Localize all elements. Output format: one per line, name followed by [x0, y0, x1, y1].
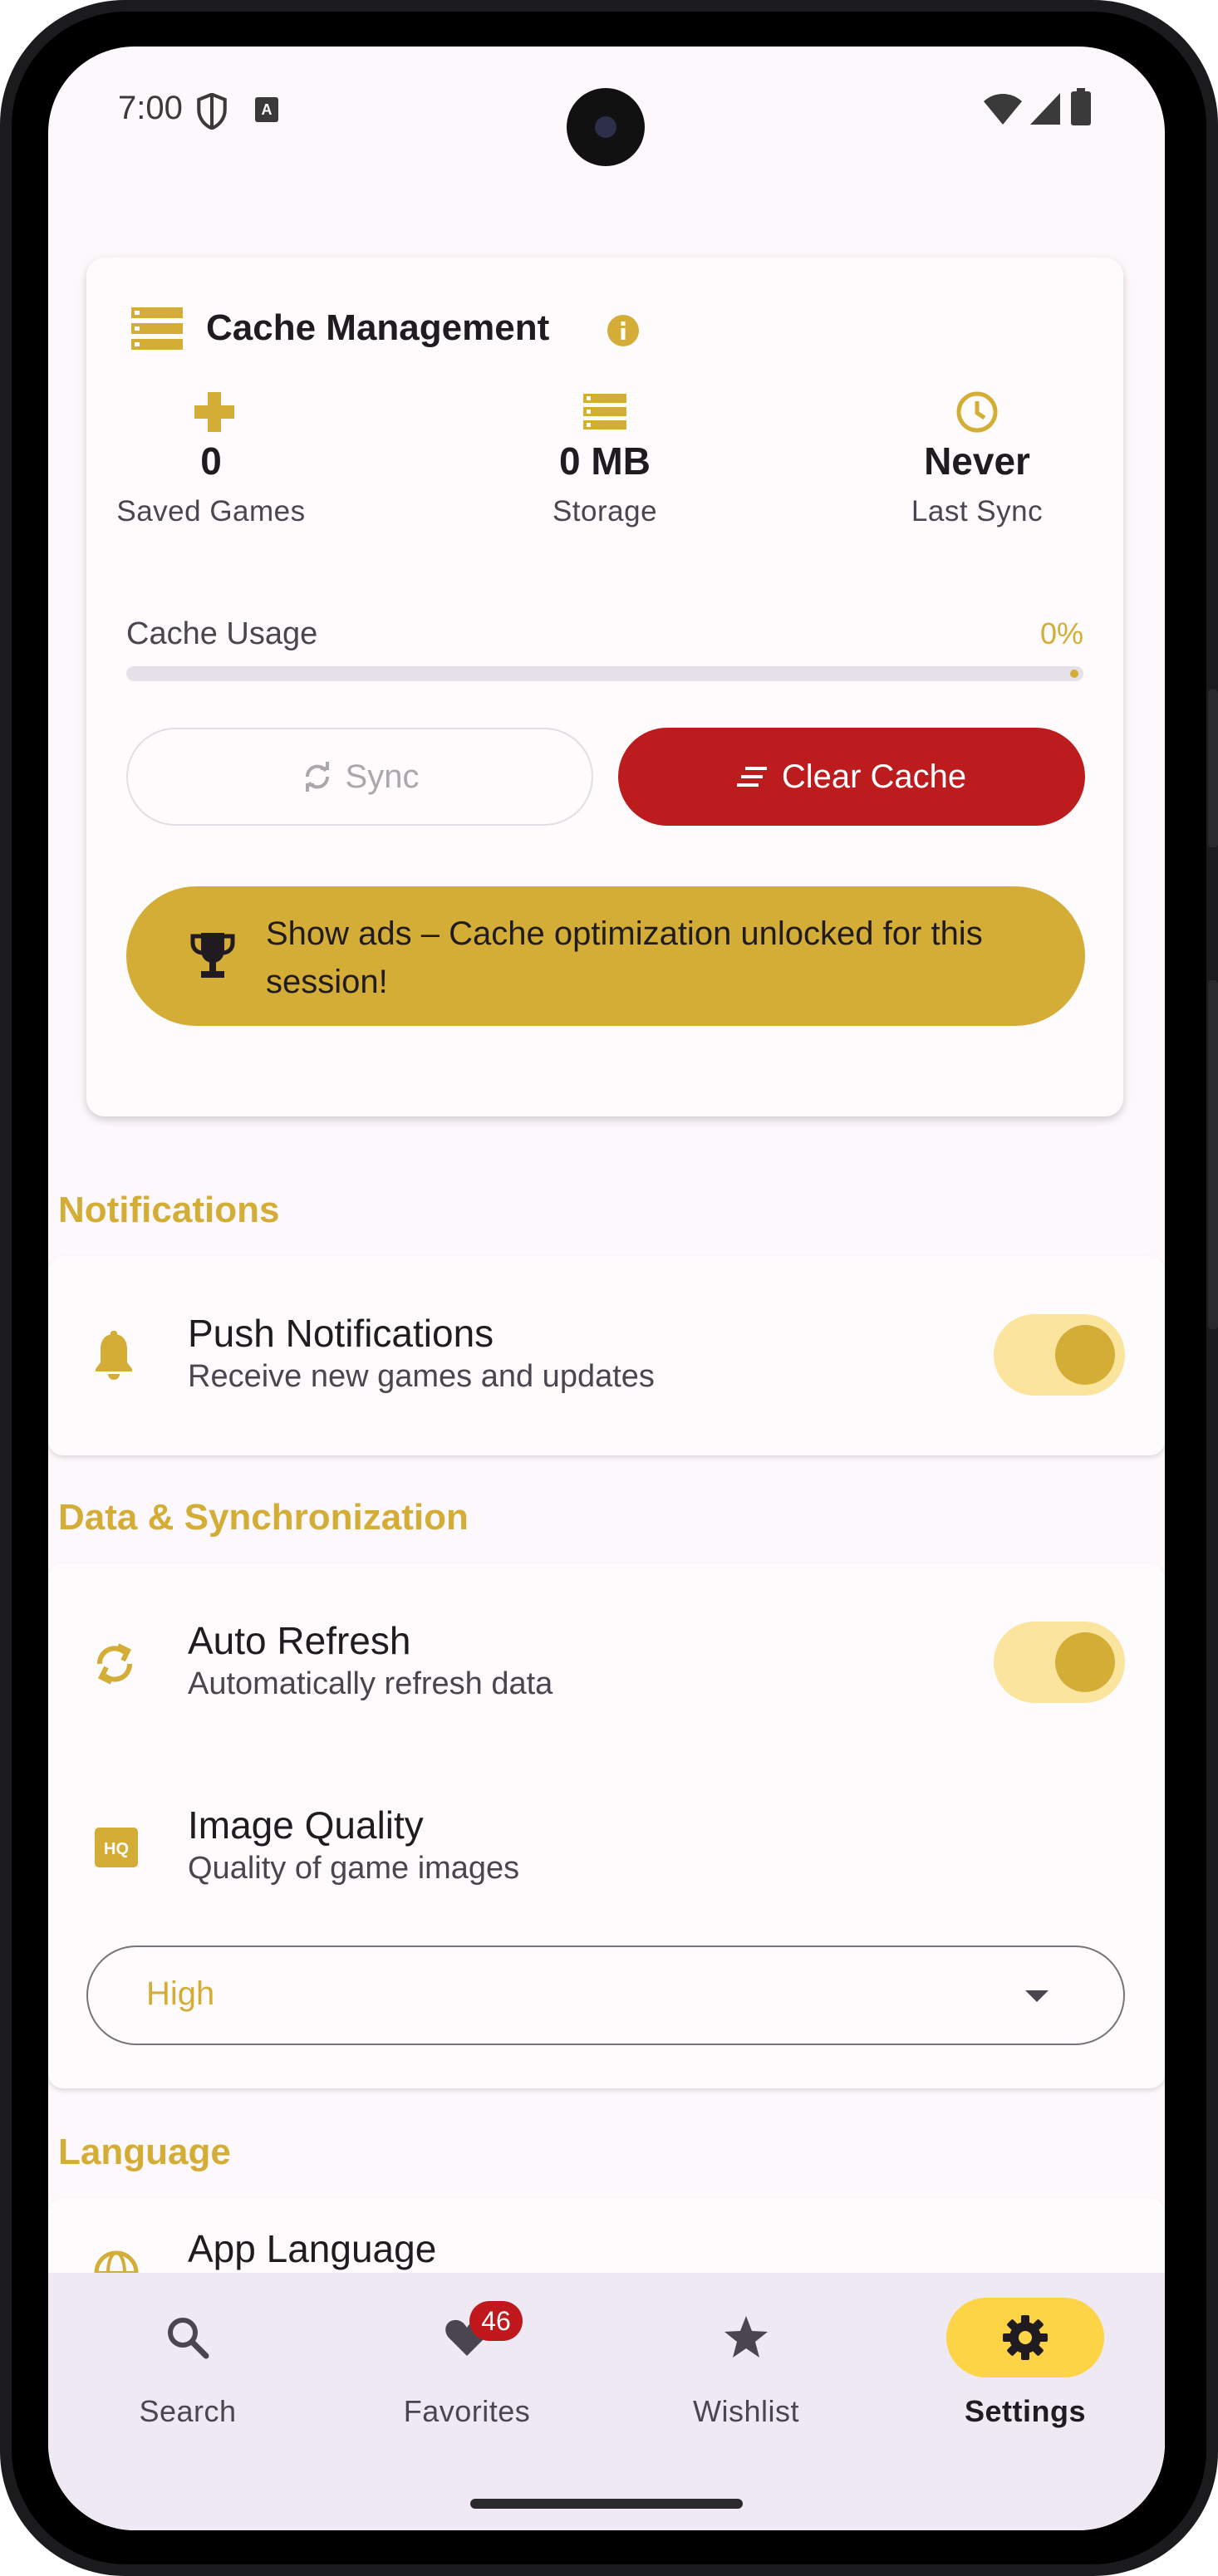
stat-value: Never	[924, 439, 1030, 483]
nav-label: Wishlist	[693, 2394, 799, 2428]
app-language-title[interactable]: App Language	[188, 2226, 436, 2271]
side-button	[1208, 689, 1218, 847]
stat-label: Storage	[552, 495, 658, 527]
bottom-navigation: Search 46 Favorites Wishlist Settings	[48, 2273, 1165, 2530]
favorites-badge: 46	[469, 2301, 523, 2341]
shield-icon	[197, 93, 227, 130]
app-screen: 7:00 A Cache Management 0 Saved Games 0 …	[48, 47, 1165, 2530]
ads-banner-text: Show ads – Cache optimization unlocked f…	[266, 915, 983, 1000]
section-title-notifications: Notifications	[58, 1190, 280, 1230]
hq-icon: HQ	[95, 1828, 138, 1867]
push-notifications-subtitle: Receive new games and updates	[188, 1359, 655, 1394]
refresh-icon	[97, 1643, 132, 1685]
nav-label: Settings	[964, 2394, 1086, 2428]
sync-label: Sync	[345, 758, 420, 795]
clear-cache-button[interactable]: Clear Cache	[618, 728, 1085, 826]
cache-usage-percent: 0%	[1039, 616, 1083, 650]
signal-icon	[1030, 93, 1060, 125]
svg-text:A: A	[262, 101, 273, 118]
nav-icon-container	[946, 2298, 1104, 2377]
section-title-language: Language	[58, 2132, 231, 2172]
svg-text:HQ: HQ	[104, 1840, 129, 1858]
nav-item-wishlist[interactable]: Wishlist	[607, 2298, 886, 2429]
keyboard-a-icon: A	[255, 97, 278, 122]
star-icon	[724, 2316, 768, 2358]
nav-icon-container	[109, 2298, 267, 2377]
info-icon[interactable]	[607, 314, 640, 347]
nav-item-settings[interactable]: Settings	[886, 2298, 1165, 2429]
storage-icon	[583, 394, 626, 429]
clock-icon	[956, 391, 998, 433]
clear-all-icon	[736, 767, 767, 787]
nav-label: Search	[139, 2394, 237, 2428]
cache-usage-label: Cache Usage	[126, 616, 318, 651]
gear-icon	[1003, 2315, 1048, 2360]
status-time: 7:00	[118, 90, 183, 126]
clear-cache-label: Clear Cache	[781, 758, 967, 795]
ads-banner[interactable]: Show ads – Cache optimization unlocked f…	[126, 886, 1085, 1026]
home-indicator	[470, 2499, 743, 2509]
auto-refresh-title: Auto Refresh	[188, 1619, 411, 1662]
card-title: Cache Management	[206, 307, 550, 348]
trophy-icon	[190, 933, 235, 978]
cache-usage-bar-end	[1070, 670, 1078, 678]
gamepad-icon	[194, 392, 234, 432]
stat-label: Last Sync	[911, 495, 1044, 527]
nav-icon-container	[667, 2298, 825, 2377]
sync-icon	[305, 762, 329, 792]
stat-storage: 0 MB Storage	[480, 390, 729, 528]
front-camera	[567, 88, 645, 166]
search-icon	[168, 2318, 209, 2359]
volume-button	[1208, 980, 1218, 1329]
data-sync-section: Auto Refresh Automatically refresh data …	[48, 1563, 1165, 2088]
auto-refresh-subtitle: Automatically refresh data	[188, 1666, 553, 1701]
cache-usage-bar	[126, 666, 1083, 681]
push-notifications-title: Push Notifications	[188, 1312, 494, 1355]
nav-label: Favorites	[403, 2394, 531, 2428]
nav-icon-container: 46	[388, 2298, 546, 2377]
stat-saved-games: 0 Saved Games	[86, 390, 336, 528]
storage-list-icon	[131, 307, 183, 350]
image-quality-dropdown[interactable]: High	[86, 1945, 1125, 2045]
toggle-knob	[1055, 1325, 1115, 1385]
wifi-icon	[984, 94, 1022, 125]
stat-value: 0 MB	[559, 439, 651, 483]
notifications-section: Push Notifications Receive new games and…	[48, 1256, 1165, 1455]
image-quality-value: High	[146, 1975, 215, 2012]
chevron-down-icon	[1025, 1990, 1049, 2002]
bell-icon	[96, 1331, 132, 1380]
section-title-data-sync: Data & Synchronization	[58, 1497, 469, 1538]
image-quality-subtitle: Quality of game images	[188, 1851, 520, 1886]
nav-item-favorites[interactable]: 46 Favorites	[327, 2298, 607, 2429]
stat-last-sync: Never Last Sync	[852, 390, 1102, 528]
stat-value: 0	[200, 439, 222, 483]
status-bar: 7:00 A	[48, 47, 1165, 179]
stat-label: Saved Games	[116, 495, 306, 527]
auto-refresh-toggle[interactable]	[994, 1622, 1125, 1703]
nav-item-search[interactable]: Search	[48, 2298, 327, 2429]
sync-button[interactable]: Sync	[126, 728, 593, 826]
push-notifications-toggle[interactable]	[994, 1314, 1125, 1396]
cache-management-card: Cache Management 0 Saved Games 0 MB Stor…	[86, 258, 1123, 1116]
toggle-knob	[1055, 1632, 1115, 1692]
image-quality-title: Image Quality	[188, 1803, 424, 1847]
battery-icon	[1071, 88, 1091, 125]
